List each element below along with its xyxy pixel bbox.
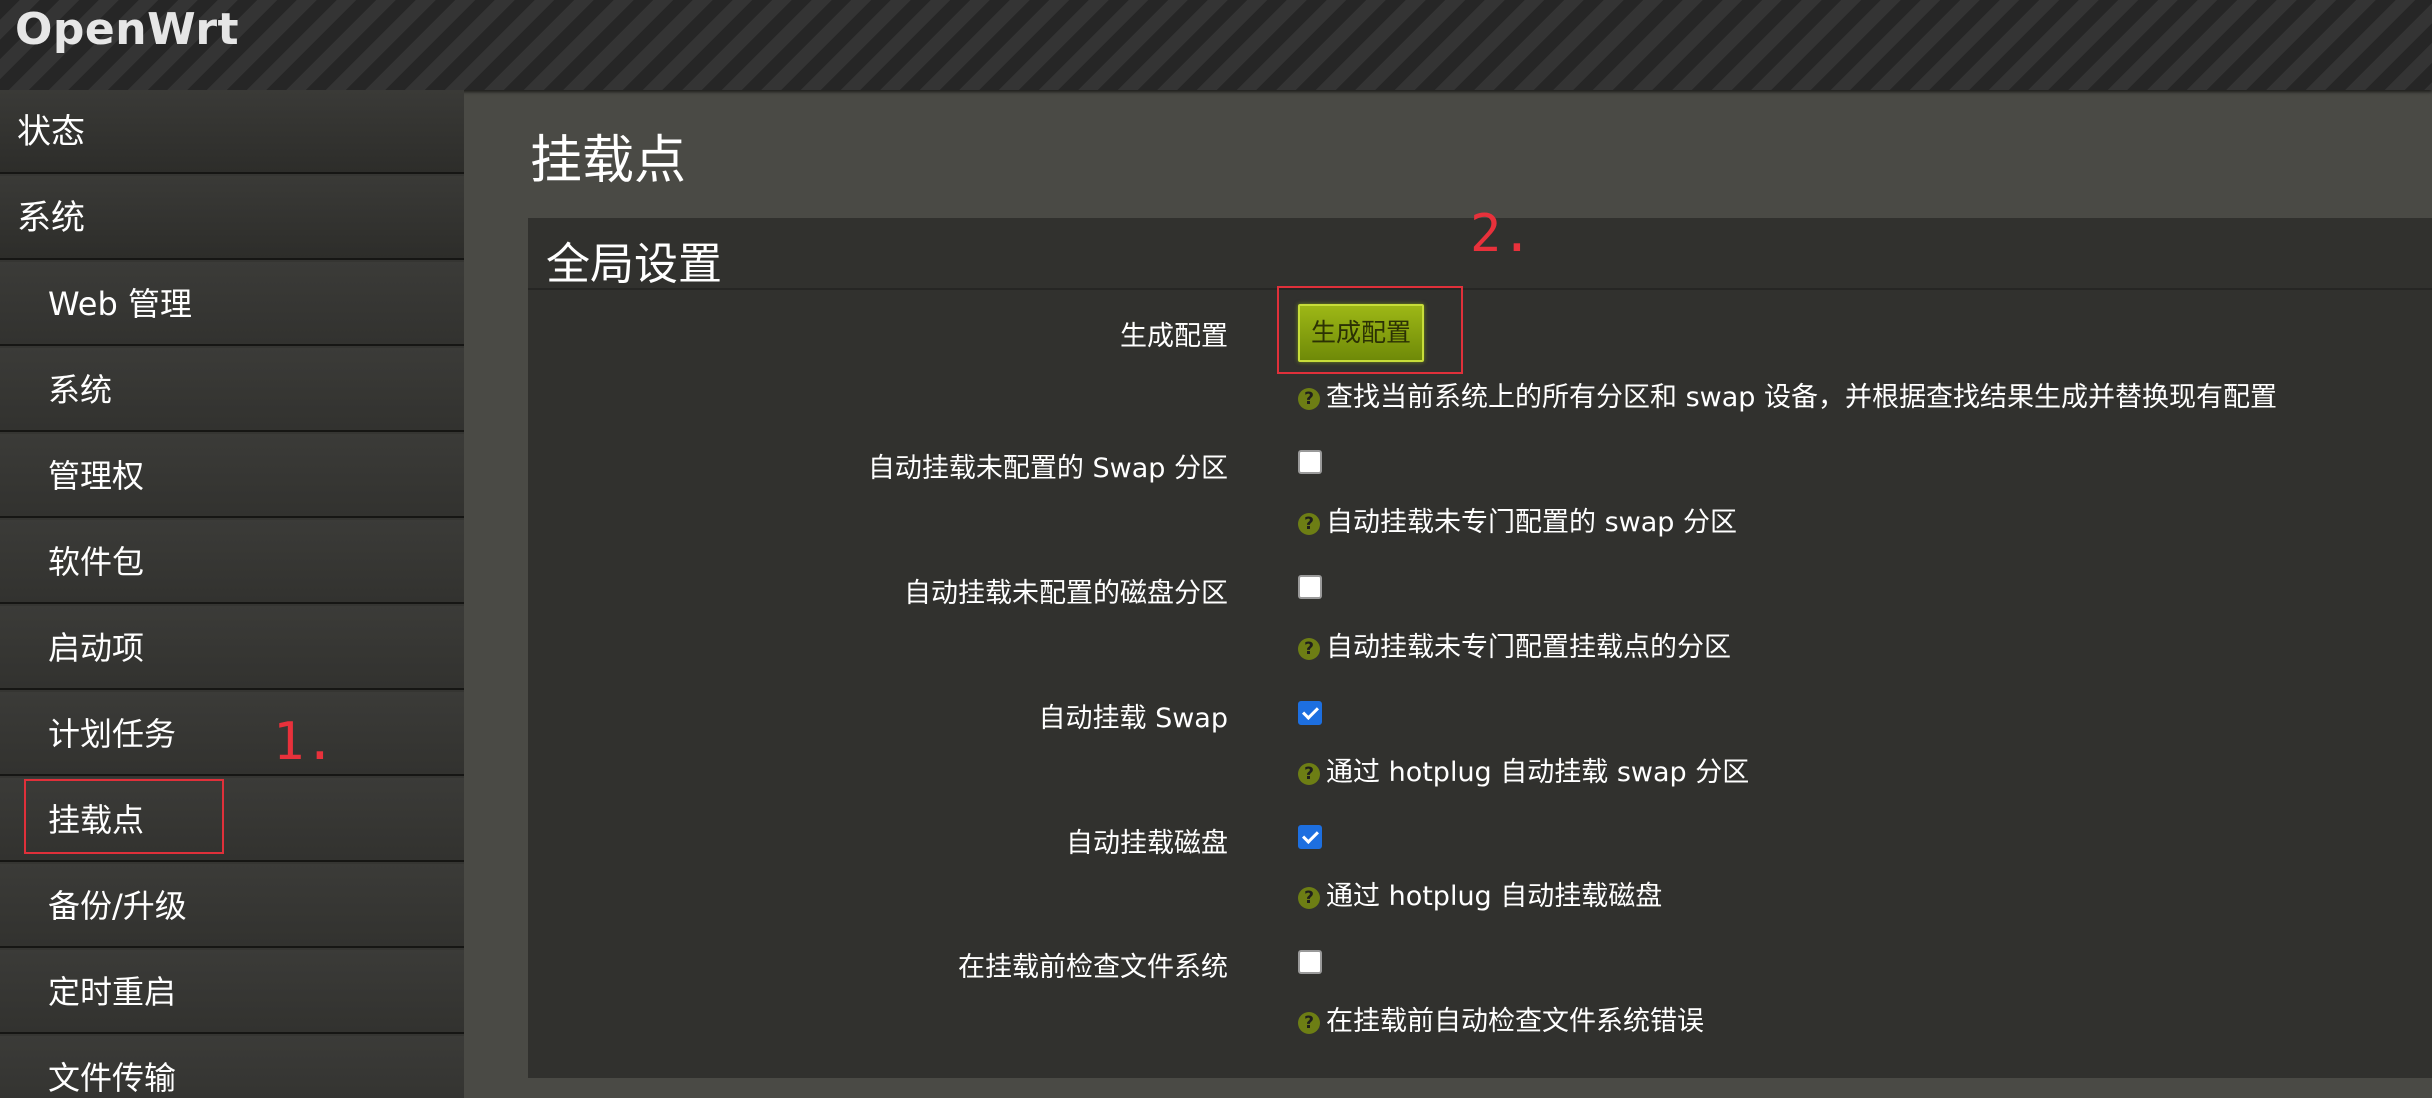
auto-mount-unconfigured-help: ? 自动挂载未专门配置挂载点的分区 [1298,625,1731,664]
nav-status[interactable]: 状态 [0,90,464,174]
annotation-box-step1 [24,779,224,854]
nav-status-label: 状态 [17,112,85,152]
auto-swap-label: 自动挂载 Swap [1038,703,1229,734]
nav-web-admin-label: Web 管理 [48,285,192,323]
nav-startup[interactable]: 启动项 [0,606,464,690]
generate-config-help: ? 查找当前系统上的所有分区和 swap 设备，并根据查找结果生成并替换现有配置 [1298,375,2277,414]
check-fs-label: 在挂载前检查文件系统 [958,952,1228,983]
auto-mount-unconfigured-checkbox[interactable] [1298,575,1322,599]
nav-software-label: 软件包 [48,543,145,581]
nav-scheduled-tasks-label: 计划任务 [48,715,177,753]
nav-file-transfer-label: 文件传输 [48,1059,177,1097]
auto-swap-help-text: 通过 hotplug 自动挂载 swap 分区 [1326,757,1750,788]
auto-swap-help: ? 通过 hotplug 自动挂载 swap 分区 [1298,750,1749,789]
page-title: 挂载点 [530,131,687,191]
nav-backup-upgrade[interactable]: 备份/升级 [0,864,464,948]
nav-system[interactable]: 系统 [0,176,464,260]
help-icon: ? [1298,388,1320,410]
nav-administration[interactable]: 管理权 [0,434,464,518]
help-icon: ? [1298,513,1320,535]
brand-logo[interactable]: OpenWrt [15,4,239,55]
generate-config-help-text: 查找当前系统上的所有分区和 swap 设备，并根据查找结果生成并替换现有配置 [1326,382,2277,413]
check-fs-help-text: 在挂载前自动检查文件系统错误 [1326,1006,1704,1037]
help-icon: ? [1298,763,1320,785]
annotation-box-step2 [1277,286,1463,374]
auto-swap-unconfigured-help-text: 自动挂载未专门配置的 swap 分区 [1326,507,1737,538]
nav-backup-upgrade-label: 备份/升级 [48,887,187,925]
auto-swap-unconfigured-label: 自动挂载未配置的 Swap 分区 [867,453,1228,484]
auto-mount-help-text: 通过 hotplug 自动挂载磁盘 [1326,881,1663,912]
nav-scheduled-reboot-label: 定时重启 [48,973,177,1011]
help-icon: ? [1298,887,1320,909]
top-bar: OpenWrt [0,0,2432,90]
auto-mount-checkbox[interactable] [1298,825,1322,849]
nav-file-transfer[interactable]: 文件传输 [0,1036,464,1098]
annotation-step1: 1. [273,712,336,772]
nav-system-settings-label: 系统 [48,371,113,409]
auto-mount-unconfigured-help-text: 自动挂载未专门配置挂载点的分区 [1326,632,1731,663]
nav-system-settings[interactable]: 系统 [0,348,464,432]
auto-swap-checkbox[interactable] [1298,701,1322,725]
annotation-step2: 2. [1470,204,1533,264]
auto-mount-unconfigured-label: 自动挂载未配置的磁盘分区 [904,578,1228,609]
nav-system-label: 系统 [17,198,85,238]
nav-software[interactable]: 软件包 [0,520,464,604]
generate-config-label: 生成配置 [1120,321,1228,352]
auto-mount-help: ? 通过 hotplug 自动挂载磁盘 [1298,874,1662,913]
nav-scheduled-reboot[interactable]: 定时重启 [0,950,464,1034]
check-fs-checkbox[interactable] [1298,950,1322,974]
global-settings-panel: 全局设置 生成配置 生成配置 ? 查找当前系统上的所有分区和 swap 设备，并根… [528,218,2432,1078]
check-fs-help: ? 在挂载前自动检查文件系统错误 [1298,999,1704,1038]
help-icon: ? [1298,1012,1320,1034]
sidebar: 状态 系统 Web 管理 系统 管理权 软件包 启动项 计划任务 挂载点 备份/… [0,90,464,1098]
auto-swap-unconfigured-help: ? 自动挂载未专门配置的 swap 分区 [1298,500,1737,539]
help-icon: ? [1298,638,1320,660]
nav-web-admin[interactable]: Web 管理 [0,262,464,346]
auto-mount-label: 自动挂载磁盘 [1066,828,1228,859]
nav-scheduled-tasks[interactable]: 计划任务 [0,692,464,776]
nav-administration-label: 管理权 [48,457,145,495]
section-title: 全局设置 [546,239,722,290]
nav-startup-label: 启动项 [48,629,145,667]
auto-swap-unconfigured-checkbox[interactable] [1298,450,1322,474]
